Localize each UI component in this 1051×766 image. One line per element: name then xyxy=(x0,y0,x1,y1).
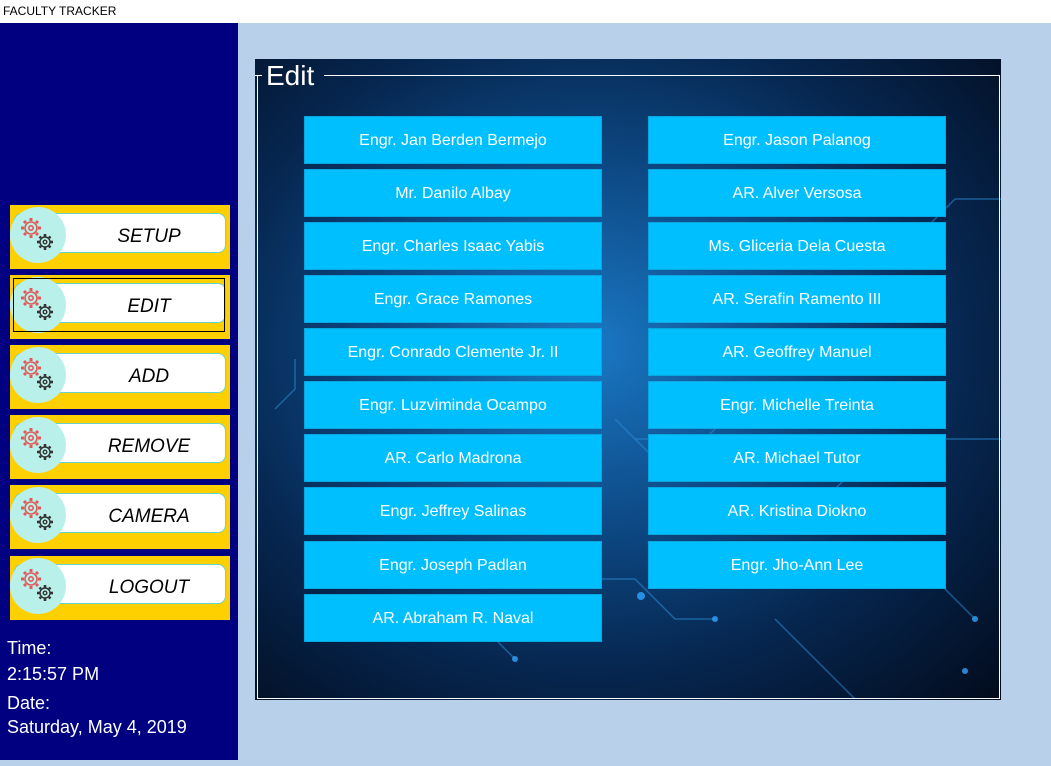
left-faculty-button[interactable]: Mr. Danilo Albay xyxy=(304,169,602,217)
window-title: FACULTY TRACKER xyxy=(0,0,1051,23)
gears-icon xyxy=(10,417,66,473)
left-faculty-button[interactable]: Engr. Grace Ramones xyxy=(304,275,602,323)
frame-line xyxy=(255,75,262,76)
camera-label: CAMERA xyxy=(108,506,190,527)
left-faculty-button[interactable]: Engr. Jeffrey Salinas xyxy=(304,487,602,535)
date-value: Saturday, May 4, 2019 xyxy=(7,717,187,737)
left-faculty-button[interactable]: Engr. Jan Berden Bermejo xyxy=(304,116,602,164)
sidebar: SETUP EDIT ADD REMOVE CAMERA LOGOUT Time… xyxy=(0,23,238,760)
remove-label: REMOVE xyxy=(107,436,191,457)
right-faculty-button[interactable]: Ms. Gliceria Dela Cuesta xyxy=(648,222,946,270)
right-faculty-button[interactable]: Engr. Jho-Ann Lee xyxy=(648,541,946,589)
date-label: Date: xyxy=(7,693,51,713)
logout-label: LOGOUT xyxy=(108,577,190,598)
time-label: Time: xyxy=(7,638,52,658)
add-label: ADD xyxy=(128,366,170,387)
left-faculty-button[interactable]: Engr. Charles Isaac Yabis xyxy=(304,222,602,270)
right-faculty-button[interactable]: AR. Kristina Diokno xyxy=(648,487,946,535)
remove-button[interactable]: REMOVE xyxy=(10,415,230,479)
right-faculty-button[interactable]: Engr. Jason Palanog xyxy=(648,116,946,164)
setup-button[interactable]: SETUP xyxy=(10,205,230,269)
left-faculty-button[interactable]: Engr. Conrado Clemente Jr. II xyxy=(304,328,602,376)
gears-icon xyxy=(10,487,66,543)
panel-title: Edit xyxy=(266,60,315,91)
left-faculty-button[interactable]: Engr. Luzviminda Ocampo xyxy=(304,381,602,429)
logout-button[interactable]: LOGOUT xyxy=(10,556,230,620)
gears-icon xyxy=(10,558,66,614)
focus-rectangle xyxy=(13,278,225,332)
time-value: 2:15:57 PM xyxy=(7,664,100,684)
right-faculty-button[interactable]: Engr. Michelle Treinta xyxy=(648,381,946,429)
setup-label: SETUP xyxy=(117,226,181,247)
right-faculty-button[interactable]: AR. Serafin Ramento III xyxy=(648,275,946,323)
right-faculty-button[interactable]: AR. Alver Versosa xyxy=(648,169,946,217)
left-faculty-button[interactable]: AR. Carlo Madrona xyxy=(304,434,602,482)
add-button[interactable]: ADD xyxy=(10,345,230,409)
left-faculty-button[interactable]: Engr. Joseph Padlan xyxy=(304,541,602,589)
frame-line xyxy=(324,75,1000,76)
edit-button[interactable]: EDIT xyxy=(10,275,230,339)
gears-icon xyxy=(10,347,66,403)
left-faculty-button[interactable]: AR. Abraham R. Naval xyxy=(304,594,602,642)
gears-icon xyxy=(10,207,66,263)
right-faculty-button[interactable]: AR. Michael Tutor xyxy=(648,434,946,482)
camera-button[interactable]: CAMERA xyxy=(10,485,230,549)
right-faculty-button[interactable]: AR. Geoffrey Manuel xyxy=(648,328,946,376)
